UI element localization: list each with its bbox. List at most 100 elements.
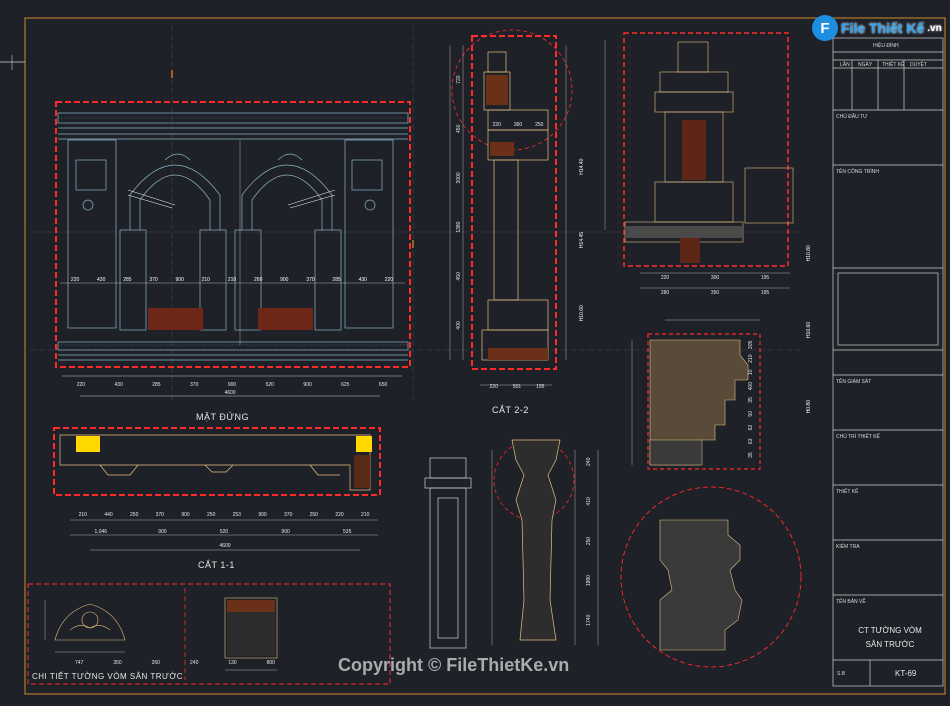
site-logo[interactable]: F File Thiết Kế .vn [812,14,942,42]
tb-designer: THIẾT KẾ [836,489,859,495]
dim-cornice-detail: 50 [748,411,754,417]
dim-section-1-1-row-1: 370 [284,512,293,518]
dim-section-2-2-vertical: 450 [456,124,462,133]
dim-elevation-inner: 900 [280,277,289,283]
tb-drawing-title: CT TƯỜNG VÒM SÂN TRƯỚC [840,624,940,652]
dim-elevation-inner: 430 [359,277,368,283]
dim-baluster: 1880 [586,575,592,586]
tb-col-ngay: NGÀY [858,62,873,68]
dim-elevation-bottom: 285 [152,382,161,388]
dim-section-2-2-bottom: 195 [536,384,545,390]
dim-elevation-bottom: 370 [190,382,199,388]
dim-section-1-1-row-1: 370 [156,512,165,518]
dim-cornice-detail: 35 [748,397,754,403]
dim-section-1-1-row-1: 220 [335,512,344,518]
dim-column-mid: 350 [711,290,720,296]
logo-suffix: .vn [927,22,942,34]
tb-drawing-title-line-1: CT TƯỜNG VÒM [858,626,922,635]
dim-elevation-inner: 220 [385,277,394,283]
dim-baluster: 410 [586,497,592,506]
dim-elevation-inner: 210 [202,277,211,283]
dim-bottom-detail: 130 [228,660,237,666]
dim-section-1-1-row-2: 520 [220,529,229,535]
dim-section-1-1-row-1: 210 [361,512,370,518]
tb-col-thiet-ke: THIẾT KẾ [882,62,905,68]
dim-elevation-marks: H10.60 [579,305,585,321]
tb-sheet-number: KT-69 [895,669,917,678]
dim-section-2-2-vertical: 720 [456,75,462,84]
tb-drawing-title-line-2: SÂN TRƯỚC [865,640,915,649]
dim-cornice-detail: 62 [748,425,754,431]
tb-supervisor: TÊN GIÁM SÁT [836,379,872,385]
dim-section-2-2-vertical: 450 [456,272,462,281]
dim-column-bottom: 220 [661,275,670,281]
tb-sheet-label: S.B [837,671,846,677]
dim-baluster: 1740 [586,614,592,625]
logo-badge-icon: F [812,15,838,41]
dim-bottom-detail: 747 [75,660,84,666]
dim-column-mid: 195 [761,290,770,296]
dim-elevation-bottom: 430 [115,382,124,388]
dim-section-2-2-bottom: 501 [513,384,522,390]
dim-baluster: 250 [586,537,592,546]
dim-elevation-inner: 285 [123,277,132,283]
dim-bottom-detail: 800 [267,660,276,666]
dim-section-2-2-vertical: 1380 [456,221,462,232]
dim-section-1-1-row-2: 900 [158,529,167,535]
dim-column-bottom: 300 [711,275,720,281]
dim-elevation-inner: 260 [254,277,263,283]
dim-section-1-1-row-1: 210 [79,512,88,518]
label-cat-1-1: CẮT 1-1 [198,560,235,570]
dim-elevation-marks: H14.45 [579,232,585,248]
dim-bottom-detail: 260 [152,660,161,666]
dim-elevation-bottom: 625 [341,382,350,388]
tb-revision: HIỆU ĐÍNH [873,43,899,49]
dim-cornice-detail: 305 [748,341,754,350]
tb-drawing-name: TÊN BẢN VẼ [836,599,866,605]
dim-elevation-bottom: 900 [303,382,312,388]
dim-cornice-detail: 10 [748,369,754,375]
dim-elevation-inner: 430 [97,277,106,283]
dim-section-1-1-row-2: 1,046 [95,529,108,535]
tb-checker: KIỂM TRA [836,544,860,550]
dim-elevation-inner: 220 [71,277,80,283]
dim-elevation-inner: 370 [149,277,158,283]
dim-elevation-bottom: 900 [228,382,237,388]
dim-section-1-1-row-1: 250 [310,512,319,518]
dim-elevation-bottom: 520 [266,382,275,388]
dim-section-2-2-top: 360 [514,122,523,128]
dim-elevation-inner: 370 [306,277,315,283]
dim-section-2-2-vertical: 400 [456,321,462,330]
dim-right-marks: H10.60 [806,322,812,338]
tb-col-duyet: DUYỆT [910,62,927,68]
dim-cornice-detail: 400 [748,382,754,391]
dim-cornice-detail: 63 [748,438,754,444]
dim-section-1-1-total: 4600 [219,543,230,549]
dim-section-1-1-row-1: 900 [258,512,267,518]
dim-section-1-1-row-2: 900 [281,529,290,535]
dim-section-1-1-row-1: 250 [207,512,216,518]
cad-drawing-canvas: 220 430 285 370 900 520 900 625 650 4600 220 430 285… [0,0,950,702]
dim-section-1-1-row-2: 535 [343,529,352,535]
dim-column-mid: 280 [661,290,670,296]
dim-elevation-bottom: 220 [77,382,86,388]
dim-elevation-inner: 210 [228,277,237,283]
label-chi-tiet: CHI TIẾT TƯỜNG VÒM SÂN TRƯỚC [32,672,184,681]
dim-section-2-2-top: 220 [493,122,502,128]
dim-elevation-marks: H14.40 [579,158,585,174]
cad-drawing-sheet: 220 430 285 370 900 520 900 625 650 4600 220 430 285… [0,0,950,702]
copyright-watermark: Copyright © FileThietKe.vn [338,655,570,675]
tb-designer-lead: CHỦ TRÌ THIẾT KẾ [836,434,880,440]
tb-col-lan: LẦN [840,62,850,68]
dim-cornice-detail: 35 [748,452,754,458]
dim-baluster: 240 [586,457,592,466]
dim-bottom-detail: 350 [113,660,122,666]
dim-bottom-detail: 240 [190,660,199,666]
dim-section-1-1-row-1: 440 [104,512,113,518]
dim-section-1-1-row-1: 253 [233,512,242,518]
dim-section-2-2-vertical: 3000 [456,172,462,183]
dim-section-2-2-bottom: 220 [490,384,499,390]
dim-section-1-1-row-1: 250 [130,512,139,518]
dim-elevation-inner: 285 [332,277,341,283]
dim-section-2-2-top: 250 [535,122,544,128]
